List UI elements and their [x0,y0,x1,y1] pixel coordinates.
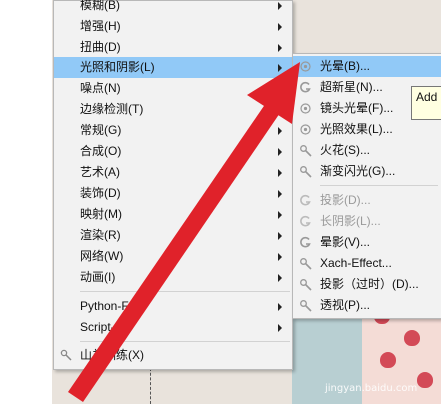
submenu-arrow-icon [278,274,282,282]
submenu-item-label: Xach-Effect... [320,256,392,270]
submenu-item-label: 光晕(B)... [320,59,370,73]
flare-icon [300,124,311,135]
menu-item-combine[interactable]: 合成(O) [54,141,292,162]
artwork-strawberry [417,372,433,388]
menu-item-label: 山羊训练(X) [80,348,144,362]
menu-item-label: 网络(W) [80,249,124,263]
artwork-strawberry [380,352,396,368]
submenu-arrow-icon [278,169,282,177]
menu-item-label: 装饰(D) [80,186,121,200]
menu-item-label: 噪点(N) [80,81,121,95]
menu-item-label: 渲染(R) [80,228,121,242]
submenu-arrow-icon [278,106,282,114]
menu-item-map[interactable]: 映射(M) [54,204,292,225]
submenu-item-label: 晕影(V)... [320,235,370,249]
submenu-arrow-icon [278,2,282,10]
menu-item-render[interactable]: 渲染(R) [54,225,292,246]
submenu-arrow-icon [278,303,282,311]
menu-item-enhance[interactable]: 增强(H) [54,16,292,37]
menu-item-label: 艺术(A) [80,165,120,179]
submenu-item-lighting-effects[interactable]: 光照效果(L)... [293,119,441,140]
gimp-g-icon [300,194,311,206]
menu-item-label: 常规(G) [80,123,122,137]
plugin-icon [300,279,312,291]
menu-item-blur[interactable]: 模糊(B) [54,0,292,16]
submenu-arrow-icon [278,44,282,52]
plugin-icon [300,166,312,178]
gimp-g-icon [300,236,311,248]
menu-item-edge-detect[interactable]: 边缘检测(T) [54,99,292,120]
menu-item-web[interactable]: 网络(W) [54,246,292,267]
submenu-arrow-icon [278,23,282,31]
menu-item-label: 扭曲(D) [80,40,121,54]
artwork-strawberry [404,330,420,346]
filters-menu: 模糊(B) 增强(H) 扭曲(D) 光照和阴影(L) 噪点(N) 边缘检测(T)… [53,0,293,370]
submenu-item-vignette[interactable]: 晕影(V)... [293,232,441,253]
submenu-arrow-icon [278,190,282,198]
menu-item-script-fu[interactable]: Script-Fu [54,317,292,338]
flare-icon [300,61,311,72]
submenu-arrow-icon [278,85,282,93]
watermark-text: jingyan.baidu.com [325,383,418,394]
menu-item-python-fu[interactable]: Python-Fu [54,296,292,317]
submenu-item-perspective[interactable]: 透视(P)... [293,295,441,316]
plugin-icon [300,145,312,157]
submenu-item-label: 长阴影(L)... [320,214,381,228]
submenu-item-label: 镜头光晕(F)... [320,101,394,115]
submenu-item-drop-shadow-legacy[interactable]: 投影（过时）(D)... [293,274,441,295]
menu-item-light-and-shadow[interactable]: 光照和阴影(L) [54,57,292,78]
submenu-item-gradient-flare[interactable]: 渐变闪光(G)... [293,161,441,182]
tooltip-text: Add [416,90,438,104]
submenu-item-drop-shadow[interactable]: 投影(D)... [293,190,441,211]
menu-item-label: 光照和阴影(L) [80,60,155,74]
submenu-item-label: 超新星(N)... [320,80,383,94]
menu-separator [80,341,290,342]
submenu-item-gradient-flare-glow[interactable]: 光晕(B)... [293,56,441,77]
submenu-arrow-icon [278,211,282,219]
menu-item-generic[interactable]: 常规(G) [54,120,292,141]
gimp-g-icon [300,81,311,93]
flare-icon [300,103,311,114]
plugin-icon [300,258,312,270]
menu-item-label: 动画(I) [80,270,116,284]
submenu-item-long-shadow[interactable]: 长阴影(L)... [293,211,441,232]
menu-item-label: 模糊(B) [80,0,120,12]
submenu-arrow-icon [278,148,282,156]
menu-item-distorts[interactable]: 扭曲(D) [54,37,292,58]
selection-guide [150,368,152,404]
gimp-g-icon [300,215,311,227]
menu-item-goat-exercise[interactable]: 山羊训练(X) [54,345,292,366]
plugin-icon [60,349,72,361]
submenu-item-xach-effect[interactable]: Xach-Effect... [293,253,441,274]
submenu-item-label: 光照效果(L)... [320,122,393,136]
submenu-item-label: 火花(S)... [320,143,370,157]
submenu-item-label: 透视(P)... [320,298,370,312]
menu-item-artistic[interactable]: 艺术(A) [54,162,292,183]
tooltip: Add [411,86,441,120]
submenu-arrow-icon [278,64,282,72]
submenu-item-sparkle[interactable]: 火花(S)... [293,140,441,161]
submenu-item-label: 渐变闪光(G)... [320,164,396,178]
canvas-left-area [0,0,52,404]
menu-item-decor[interactable]: 装饰(D) [54,183,292,204]
menu-item-label: 映射(M) [80,207,122,221]
submenu-arrow-icon [278,127,282,135]
submenu-arrow-icon [278,324,282,332]
submenu-item-label: 投影（过时）(D)... [320,277,419,291]
menu-separator [80,291,290,292]
plugin-icon [300,300,312,312]
menu-item-label: 边缘检测(T) [80,102,144,116]
submenu-arrow-icon [278,232,282,240]
menu-item-label: 合成(O) [80,144,122,158]
menu-item-label: 增强(H) [80,19,121,33]
submenu-arrow-icon [278,253,282,261]
menu-item-label: Script-Fu [80,320,129,334]
menu-item-noise[interactable]: 噪点(N) [54,78,292,99]
menu-item-animation[interactable]: 动画(I) [54,267,292,288]
menu-item-label: Python-Fu [80,299,136,313]
submenu-separator [320,185,438,186]
submenu-item-label: 投影(D)... [320,193,371,207]
